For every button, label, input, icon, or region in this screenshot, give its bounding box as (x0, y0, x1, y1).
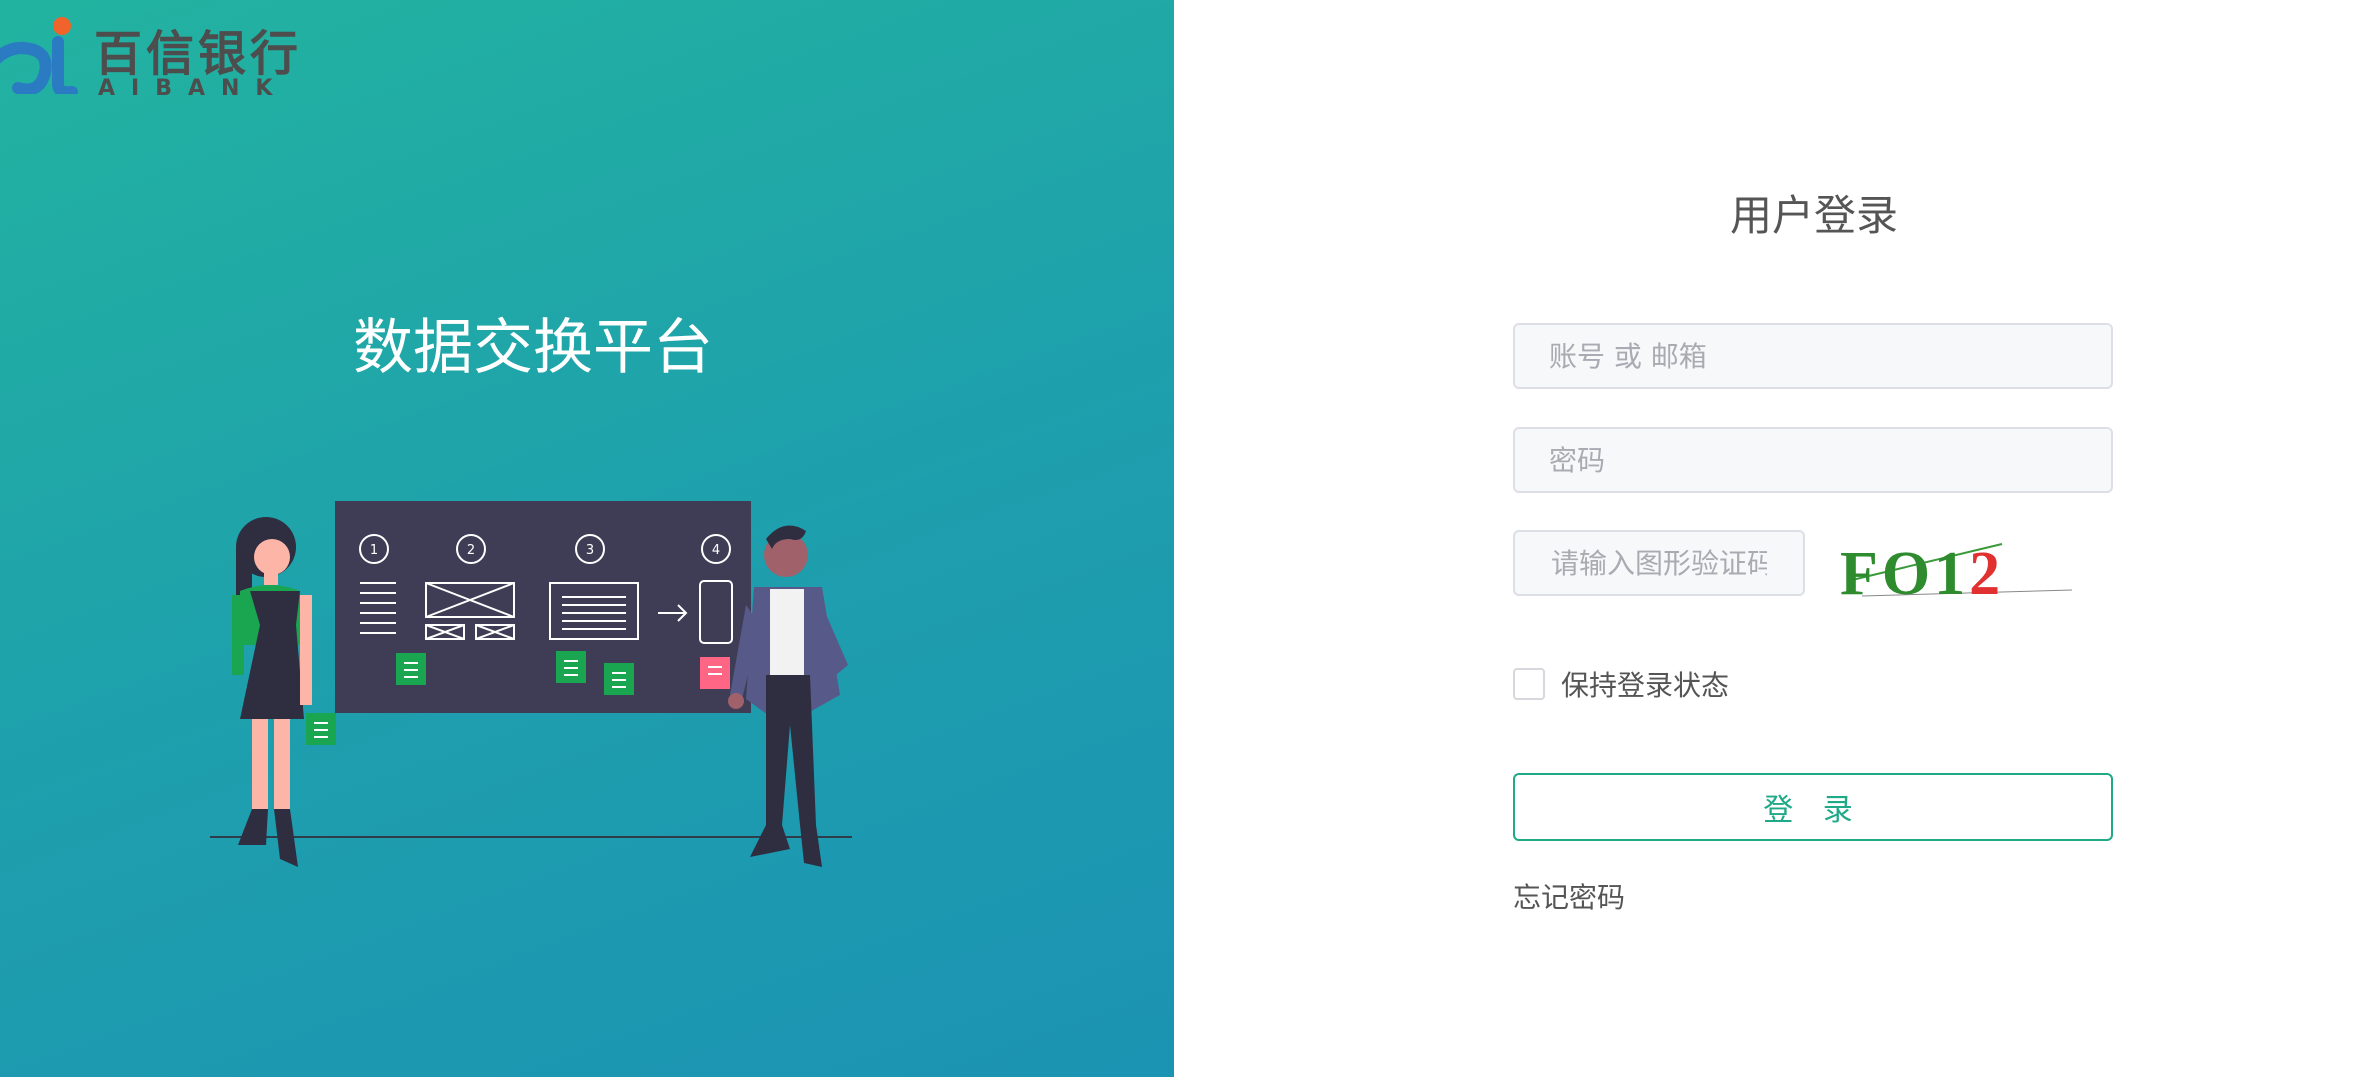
username-input[interactable] (1513, 323, 2113, 389)
step-2-label: 2 (467, 543, 475, 558)
captcha-image[interactable]: FO12 (1832, 530, 2084, 610)
platform-title: 数据交换平台 (353, 313, 713, 383)
step-1-label: 1 (370, 543, 378, 558)
login-button[interactable]: 登 录 (1513, 773, 2113, 841)
forgot-password-link[interactable]: 忘记密码 (1513, 876, 1625, 916)
woman-figure (232, 517, 312, 867)
workflow-illustration: 1 2 3 4 (210, 501, 852, 867)
logo-chinese-text: 百信银行 (94, 26, 303, 82)
step-4-label: 4 (712, 543, 720, 558)
step-3-label: 3 (586, 543, 594, 558)
aibank-logo-icon (0, 17, 78, 94)
remember-label: 保持登录状态 (1561, 669, 1730, 702)
remember-me[interactable]: 保持登录状态 (1513, 666, 1729, 702)
login-title: 用户登录 (1729, 191, 1898, 240)
logo-english-text: AIBANK (98, 76, 289, 101)
password-input[interactable] (1513, 427, 2113, 493)
brand-panel: 百信银行 AIBANK 数据交换平台 1 2 3 4 (0, 0, 1174, 1077)
captcha-text: FO12 (1840, 540, 2004, 608)
aibank-logo: 百信银行 AIBANK (0, 14, 310, 100)
remember-checkbox[interactable] (1513, 668, 1545, 700)
captcha-input[interactable] (1513, 530, 1805, 596)
